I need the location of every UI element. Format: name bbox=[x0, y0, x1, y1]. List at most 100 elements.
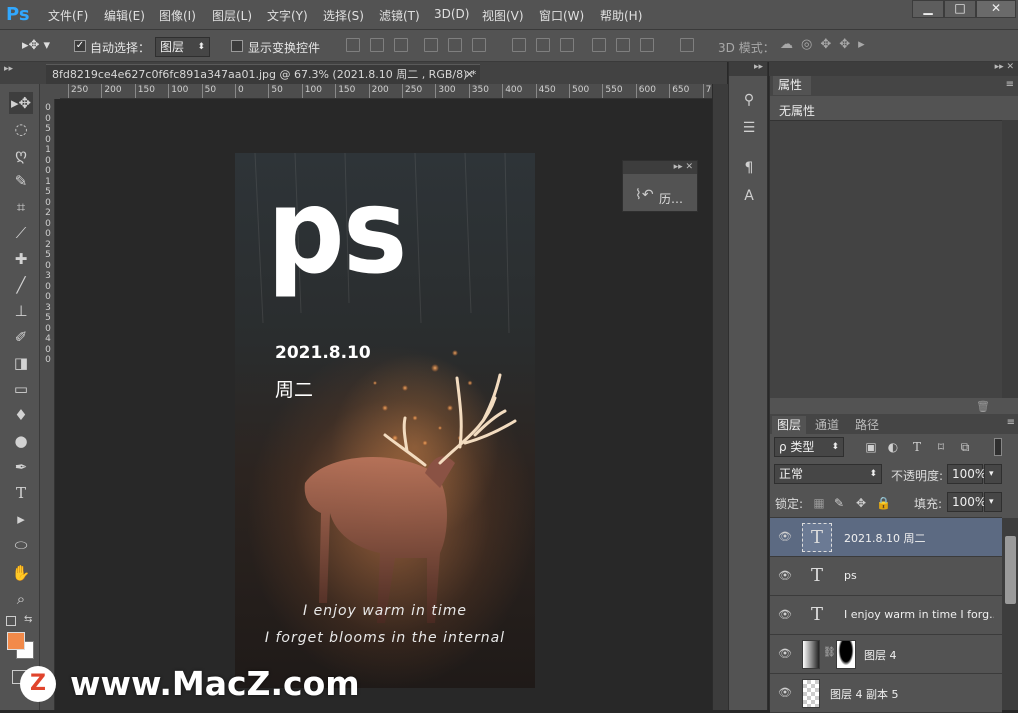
layer-filter-select[interactable]: ρ 类型 ⬍ bbox=[774, 437, 844, 457]
menu-view[interactable]: 视图(V) bbox=[482, 7, 524, 24]
visibility-eye-icon[interactable]: 👁 bbox=[777, 607, 793, 623]
distribute-bottom-icon[interactable] bbox=[560, 38, 574, 52]
eyedropper-tool-icon[interactable]: ⟋ bbox=[9, 222, 33, 244]
layer-row[interactable]: 👁 T 2021.8.10 周二 bbox=[770, 518, 1002, 557]
filter-adjustment-icon[interactable]: ◐ bbox=[886, 440, 900, 454]
align-top-icon[interactable] bbox=[346, 38, 360, 52]
document-canvas[interactable]: ps 2021.8.10 周二 I enjoy warm in time I f… bbox=[235, 153, 535, 688]
visibility-eye-icon[interactable]: 👁 bbox=[777, 685, 793, 701]
distribute-right-icon[interactable] bbox=[640, 38, 654, 52]
lock-transparency-icon[interactable]: ▦ bbox=[812, 496, 826, 510]
menu-layer[interactable]: 图层(L) bbox=[212, 7, 252, 24]
visibility-eye-icon[interactable]: 👁 bbox=[777, 568, 793, 584]
distribute-top-icon[interactable] bbox=[512, 38, 526, 52]
clone-stamp-tool-icon[interactable]: ⊥ bbox=[9, 300, 33, 322]
hand-tool-icon[interactable]: ✋ bbox=[9, 562, 33, 584]
tab-layers[interactable]: 图层 bbox=[772, 416, 807, 434]
dock-collapse-icon[interactable]: ▸▸ bbox=[729, 62, 767, 76]
align-bottom-icon[interactable] bbox=[394, 38, 408, 52]
distribute-hcenter-icon[interactable] bbox=[616, 38, 630, 52]
history-brush-tool-icon[interactable]: ✐ bbox=[9, 326, 33, 348]
swap-colors-icon[interactable]: ⇆ bbox=[24, 614, 32, 625]
canvas-vertical-scrollbar[interactable] bbox=[712, 84, 728, 710]
show-transform-checkbox[interactable] bbox=[231, 40, 243, 52]
close-window-button[interactable]: ✕ bbox=[976, 0, 1016, 18]
layer-mask-thumb[interactable] bbox=[836, 640, 856, 669]
close-tab-icon[interactable]: ✕ bbox=[465, 65, 474, 84]
lock-pixels-icon[interactable]: ✎ bbox=[832, 496, 846, 510]
trash-icon[interactable]: 🗑 bbox=[976, 400, 990, 413]
move-tool-preset-icon[interactable]: ▸✥ ▾ bbox=[22, 38, 50, 53]
distribute-vcenter-icon[interactable] bbox=[536, 38, 550, 52]
eraser-tool-icon[interactable]: ◨ bbox=[9, 352, 33, 374]
path-select-tool-icon[interactable]: ▸ bbox=[9, 508, 33, 530]
paragraph-style-icon[interactable]: A bbox=[739, 186, 759, 206]
auto-select-checkbox[interactable]: ✓ bbox=[74, 40, 86, 52]
blur-tool-icon[interactable]: ♦ bbox=[9, 404, 33, 426]
history-float-panel[interactable]: ▸▸ ✕ ⌇↶ 历… bbox=[622, 160, 698, 212]
tab-properties[interactable]: 属性 bbox=[773, 76, 811, 95]
align-vcenter-icon[interactable] bbox=[370, 38, 384, 52]
history-float-header[interactable]: ▸▸ ✕ bbox=[623, 161, 697, 174]
menu-type[interactable]: 文字(Y) bbox=[267, 7, 308, 24]
auto-align-icon[interactable] bbox=[680, 38, 694, 52]
properties-menu-icon[interactable]: ≡ bbox=[1006, 79, 1014, 90]
filter-pixel-icon[interactable]: ▣ bbox=[864, 440, 878, 454]
pen-tool-icon[interactable]: ✒ bbox=[9, 456, 33, 478]
menu-select[interactable]: 选择(S) bbox=[323, 7, 364, 24]
visibility-eye-icon[interactable]: 👁 bbox=[777, 529, 793, 545]
ellipse-tool-icon[interactable]: ⬭ bbox=[9, 534, 33, 556]
blend-mode-select[interactable]: 正常 ⬍ bbox=[774, 464, 882, 484]
zoom-tool-icon[interactable]: ⌕ bbox=[9, 588, 33, 610]
layers-menu-icon[interactable]: ≡ bbox=[1007, 417, 1015, 428]
type-tool-icon[interactable]: T bbox=[9, 482, 33, 504]
menu-3d[interactable]: 3D(D) bbox=[434, 7, 469, 21]
menu-edit[interactable]: 编辑(E) bbox=[104, 7, 145, 24]
marquee-tool-icon[interactable]: ◌ bbox=[9, 118, 33, 140]
foreground-color-swatch[interactable] bbox=[7, 632, 25, 650]
layer-row[interactable]: 👁 T I enjoy warm in time I forg... bbox=[770, 596, 1002, 635]
auto-select-target-select[interactable]: 图层 ⬍ bbox=[155, 37, 210, 57]
lock-all-icon[interactable]: 🔒 bbox=[876, 496, 891, 510]
3d-mode-icons[interactable]: ☁◎✥✥▸ bbox=[780, 37, 873, 52]
fill-input[interactable]: 100% bbox=[947, 492, 986, 512]
healing-brush-tool-icon[interactable]: ✚ bbox=[9, 248, 33, 270]
layer-row[interactable]: 👁 图层 4 副本 5 bbox=[770, 674, 1002, 713]
restore-button[interactable]: □ bbox=[944, 0, 976, 18]
collapse-toolbox-icon[interactable]: ▸▸ bbox=[4, 64, 13, 74]
opacity-dropdown-icon[interactable]: ▾ bbox=[984, 464, 1002, 484]
align-left-icon[interactable] bbox=[424, 38, 438, 52]
adjustments-icon[interactable]: ☰ bbox=[739, 118, 759, 138]
layers-scrollbar-thumb[interactable] bbox=[1005, 536, 1016, 604]
opacity-input[interactable]: 100% bbox=[947, 464, 986, 484]
layers-scrollbar[interactable] bbox=[1002, 518, 1018, 710]
minimize-button[interactable]: ▁ bbox=[912, 0, 944, 18]
layer-row[interactable]: 👁 T ps bbox=[770, 557, 1002, 596]
filter-shape-icon[interactable]: ⌑ bbox=[934, 440, 948, 454]
tab-channels[interactable]: 通道 bbox=[810, 416, 844, 434]
fill-dropdown-icon[interactable]: ▾ bbox=[984, 492, 1002, 512]
align-hcenter-icon[interactable] bbox=[448, 38, 462, 52]
filter-smart-object-icon[interactable]: ⧉ bbox=[958, 440, 972, 454]
brush-tool-icon[interactable]: ╱ bbox=[9, 274, 33, 296]
menu-window[interactable]: 窗口(W) bbox=[539, 7, 584, 24]
tab-paths[interactable]: 路径 bbox=[850, 416, 884, 434]
menu-help[interactable]: 帮助(H) bbox=[600, 7, 642, 24]
distribute-left-icon[interactable] bbox=[592, 38, 606, 52]
dodge-tool-icon[interactable]: ● bbox=[9, 430, 33, 452]
menu-file[interactable]: 文件(F) bbox=[48, 7, 88, 24]
lock-position-icon[interactable]: ✥ bbox=[854, 496, 868, 510]
menu-filter[interactable]: 滤镜(T) bbox=[379, 7, 420, 24]
menu-image[interactable]: 图像(I) bbox=[159, 7, 196, 24]
character-style-icon[interactable]: ¶ bbox=[739, 158, 759, 178]
quick-select-tool-icon[interactable]: ✎ bbox=[9, 170, 33, 192]
properties-scrollbar[interactable] bbox=[1002, 120, 1018, 398]
lasso-tool-icon[interactable]: ღ bbox=[9, 144, 33, 166]
filter-type-icon[interactable]: T bbox=[910, 440, 924, 454]
filter-toggle-switch[interactable] bbox=[994, 438, 1002, 456]
move-tool-icon[interactable]: ▸✥ bbox=[9, 92, 33, 114]
align-right-icon[interactable] bbox=[472, 38, 486, 52]
brush-preset-icon[interactable]: ⚲ bbox=[739, 90, 759, 110]
link-chain-icon[interactable]: ⛓ bbox=[823, 647, 836, 658]
layer-row[interactable]: 👁 ⛓ 图层 4 bbox=[770, 635, 1002, 674]
